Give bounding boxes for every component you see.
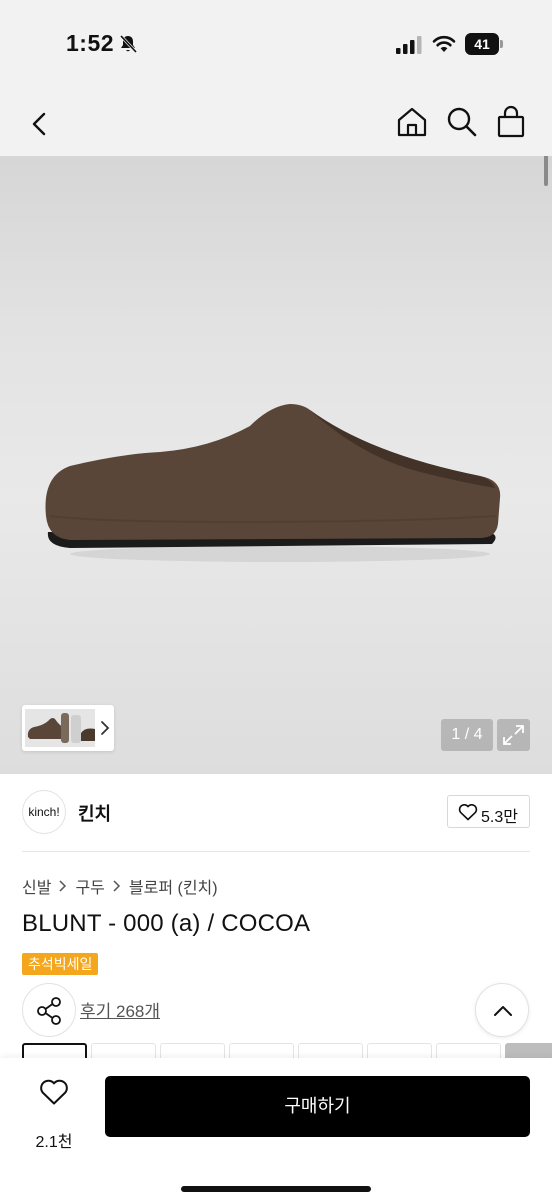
heart-icon	[458, 804, 478, 821]
brand-like-count: 5.3만	[481, 809, 518, 826]
wishlist-button[interactable]: 2.1천	[22, 1076, 86, 1151]
chevron-up-icon	[494, 1006, 512, 1016]
option-cell[interactable]	[22, 1043, 87, 1059]
expand-button[interactable]	[497, 719, 530, 751]
battery-level: 41	[465, 33, 499, 55]
share-icon	[37, 997, 61, 1025]
option-cell[interactable]	[505, 1043, 552, 1059]
product-title: BLUNT - 000 (a) / COCOA	[22, 910, 311, 937]
brand-logo[interactable]: kinch!	[22, 790, 66, 834]
wishlist-count: 2.1천	[35, 1134, 73, 1151]
divider	[22, 851, 530, 852]
product-image	[45, 404, 501, 562]
product-image-gallery[interactable]	[0, 156, 552, 774]
home-indicator[interactable]	[181, 1186, 371, 1192]
scroll-to-top-button[interactable]	[475, 983, 529, 1037]
breadcrumb-item[interactable]: 구두	[75, 874, 104, 898]
back-icon[interactable]	[22, 106, 58, 142]
shopping-bag-icon[interactable]	[493, 104, 529, 140]
option-strip	[22, 1043, 552, 1059]
thumbnail-images[interactable]	[25, 709, 95, 747]
bell-muted-icon	[119, 34, 138, 54]
option-cell[interactable]	[160, 1043, 225, 1059]
home-icon[interactable]	[394, 104, 430, 140]
option-cell[interactable]	[91, 1043, 156, 1059]
heart-icon	[40, 1079, 68, 1105]
chevron-right-icon	[113, 880, 120, 892]
chevron-right-icon	[59, 880, 67, 892]
search-icon[interactable]	[444, 104, 480, 140]
option-cell[interactable]	[436, 1043, 501, 1059]
nav-bar	[0, 92, 552, 156]
option-cell[interactable]	[367, 1043, 432, 1059]
expand-icon	[503, 725, 524, 745]
status-time: 1:52	[66, 30, 115, 56]
sale-badge: 추석빅세일	[22, 953, 99, 975]
chevron-right-icon[interactable]	[98, 719, 112, 737]
brand-name[interactable]: 킨치	[78, 800, 111, 826]
wifi-icon	[432, 35, 456, 52]
thumbnail-strip[interactable]	[22, 705, 114, 751]
breadcrumb: 신발 구두 블로퍼 (킨치)	[22, 875, 218, 897]
scroll-indicator[interactable]	[544, 156, 548, 186]
status-bar: 1:52 41	[0, 0, 552, 92]
image-counter: 1 / 4	[441, 719, 493, 751]
option-cell[interactable]	[229, 1043, 294, 1059]
bottom-action-bar: 2.1천 구매하기	[0, 1058, 552, 1200]
breadcrumb-item[interactable]: 블로퍼 (킨치)	[129, 874, 218, 898]
battery-icon: 41	[465, 33, 503, 55]
brand-like-button[interactable]: 5.3만	[447, 795, 530, 828]
share-button[interactable]	[22, 983, 76, 1037]
battery-cap	[500, 40, 503, 48]
signal-icon	[396, 36, 422, 54]
reviews-link[interactable]: 후기 268개	[80, 997, 160, 1022]
option-cell[interactable]	[298, 1043, 363, 1059]
breadcrumb-item[interactable]: 신발	[22, 874, 51, 898]
buy-button[interactable]: 구매하기	[105, 1076, 530, 1137]
